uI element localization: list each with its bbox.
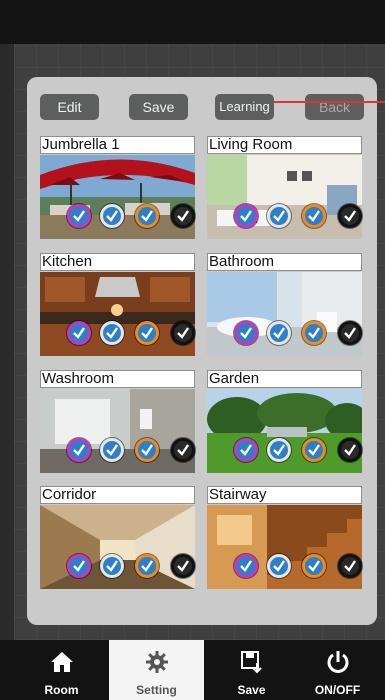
edit-button[interactable]: Edit bbox=[40, 94, 99, 120]
checkmark-icon[interactable] bbox=[135, 204, 159, 228]
nav-setting[interactable]: Setting bbox=[109, 640, 204, 700]
checkmark-icon[interactable] bbox=[338, 554, 362, 578]
home-icon bbox=[14, 650, 109, 674]
nav-room[interactable]: Room bbox=[14, 640, 109, 700]
checkmark-icon[interactable] bbox=[338, 438, 362, 462]
checkmark-icon[interactable] bbox=[234, 321, 258, 345]
device-badges bbox=[67, 321, 195, 347]
save-button[interactable]: Save bbox=[129, 94, 188, 120]
checkmark-icon[interactable] bbox=[234, 554, 258, 578]
checkmark-icon[interactable] bbox=[234, 204, 258, 228]
bottom-nav-bar: Room Setting Save ON/OFF bbox=[0, 640, 385, 700]
nav-onoff[interactable]: ON/OFF bbox=[290, 640, 385, 700]
checkmark-icon[interactable] bbox=[135, 438, 159, 462]
checkmark-icon[interactable] bbox=[135, 554, 159, 578]
room-card-label: Jumbrella 1 bbox=[40, 136, 195, 154]
room-card-bathroom[interactable]: Bathroom bbox=[207, 253, 362, 356]
learning-button[interactable]: Learning bbox=[215, 94, 274, 120]
checkmark-icon[interactable] bbox=[302, 438, 326, 462]
checkmark-icon[interactable] bbox=[171, 321, 195, 345]
room-card-label: Stairway bbox=[207, 486, 362, 504]
checkmark-icon[interactable] bbox=[171, 438, 195, 462]
checkmark-icon[interactable] bbox=[67, 204, 91, 228]
room-card-label: Corridor bbox=[40, 486, 195, 504]
nav-onoff-label: ON/OFF bbox=[314, 683, 361, 697]
device-badges bbox=[67, 204, 195, 230]
device-badges bbox=[234, 321, 362, 347]
nav-save[interactable]: Save bbox=[204, 640, 299, 700]
gear-icon bbox=[109, 650, 204, 674]
checkmark-icon[interactable] bbox=[171, 204, 195, 228]
nav-setting-label: Setting bbox=[136, 683, 177, 697]
power-icon bbox=[290, 650, 385, 674]
checkmark-icon[interactable] bbox=[267, 554, 291, 578]
checkmark-icon[interactable] bbox=[302, 204, 326, 228]
device-badges bbox=[67, 438, 195, 464]
device-badges bbox=[67, 554, 195, 580]
checkmark-icon[interactable] bbox=[302, 321, 326, 345]
room-card-label: Washroom bbox=[40, 370, 195, 388]
room-card-living-room[interactable]: Living Room bbox=[207, 136, 362, 239]
checkmark-icon[interactable] bbox=[267, 321, 291, 345]
room-card-label: Garden bbox=[207, 370, 362, 388]
checkmark-icon[interactable] bbox=[100, 321, 124, 345]
room-card-kitchen[interactable]: Kitchen bbox=[40, 253, 195, 356]
checkmark-icon[interactable] bbox=[67, 321, 91, 345]
checkmark-icon[interactable] bbox=[338, 321, 362, 345]
checkmark-icon[interactable] bbox=[67, 438, 91, 462]
room-card-washroom[interactable]: Washroom bbox=[40, 370, 195, 473]
room-card-label: Bathroom bbox=[207, 253, 362, 271]
room-card-label: Kitchen bbox=[40, 253, 195, 271]
floppy-download-icon bbox=[204, 650, 299, 674]
back-button[interactable]: Back bbox=[305, 94, 364, 120]
checkmark-icon[interactable] bbox=[171, 554, 195, 578]
device-badges bbox=[234, 204, 362, 230]
nav-save-label: Save bbox=[237, 683, 266, 697]
checkmark-icon[interactable] bbox=[267, 204, 291, 228]
checkmark-icon[interactable] bbox=[100, 554, 124, 578]
learning-pointer-line bbox=[274, 101, 385, 103]
room-card-corridor[interactable]: Corridor bbox=[40, 486, 195, 589]
checkmark-icon[interactable] bbox=[234, 438, 258, 462]
checkmark-icon[interactable] bbox=[135, 321, 159, 345]
nav-room-label: Room bbox=[44, 683, 79, 697]
checkmark-icon[interactable] bbox=[267, 438, 291, 462]
checkmark-icon[interactable] bbox=[100, 438, 124, 462]
checkmark-icon[interactable] bbox=[100, 204, 124, 228]
checkmark-icon[interactable] bbox=[302, 554, 326, 578]
device-badges bbox=[234, 554, 362, 580]
checkmark-icon[interactable] bbox=[338, 204, 362, 228]
checkmark-icon[interactable] bbox=[67, 554, 91, 578]
status-bar bbox=[0, 0, 385, 44]
device-badges bbox=[234, 438, 362, 464]
room-card-jumbrella-1[interactable]: Jumbrella 1 bbox=[40, 136, 195, 239]
room-card-stairway[interactable]: Stairway bbox=[207, 486, 362, 589]
room-card-garden[interactable]: Garden bbox=[207, 370, 362, 473]
room-card-label: Living Room bbox=[207, 136, 362, 154]
